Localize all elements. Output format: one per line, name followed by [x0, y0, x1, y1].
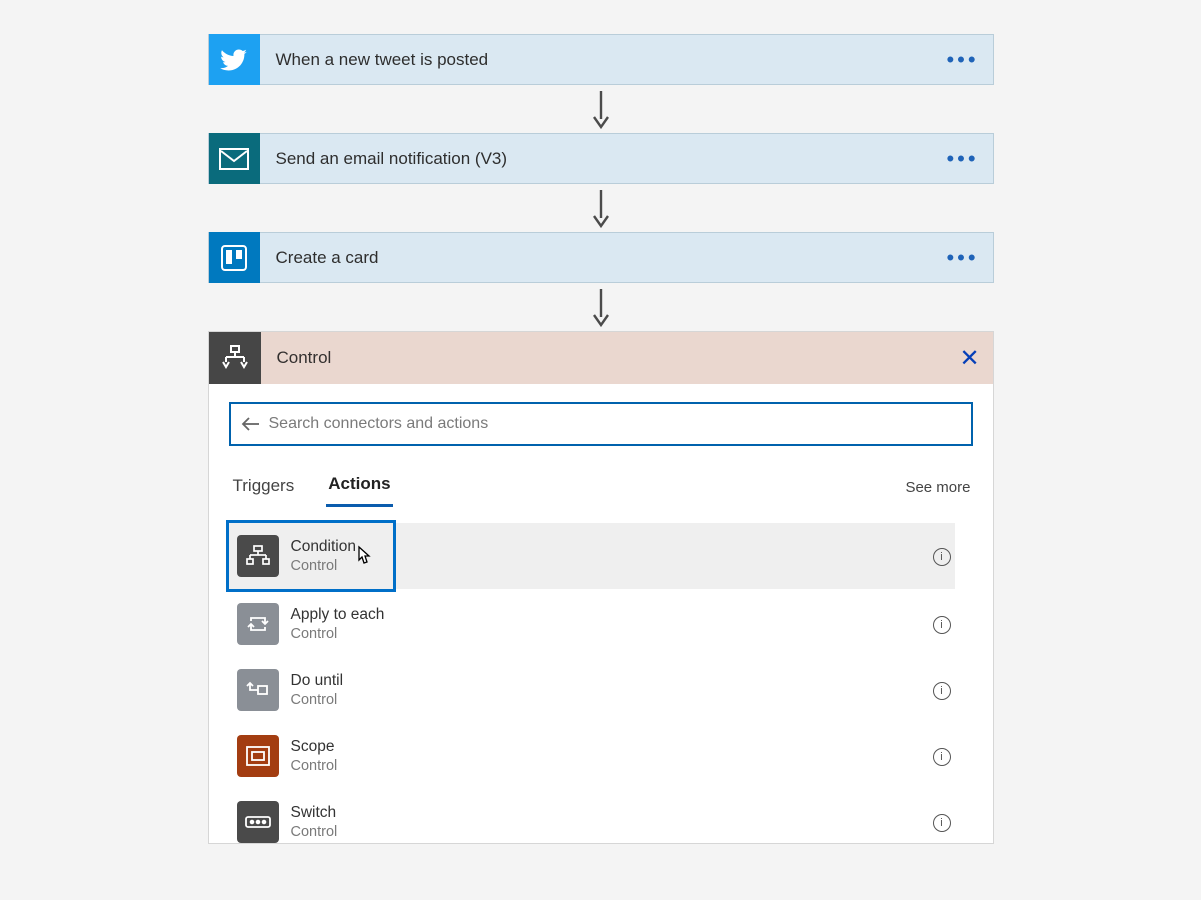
control-icon [209, 332, 261, 384]
action-sub: Control [291, 625, 385, 643]
search-input[interactable] [269, 415, 961, 433]
action-list: Condition Control i Apply to [229, 521, 973, 843]
action-name: Switch [291, 803, 338, 822]
action-condition[interactable]: Condition Control i [229, 521, 973, 591]
action-sub: Control [291, 557, 357, 575]
step-create-card[interactable]: Create a card ••• [208, 232, 994, 283]
action-apply-to-each[interactable]: Apply to each Control i [229, 591, 973, 657]
back-arrow-icon[interactable] [241, 416, 261, 432]
info-icon[interactable]: i [933, 747, 951, 766]
see-more-link[interactable]: See more [905, 479, 970, 496]
step-twitter-trigger[interactable]: When a new tweet is posted ••• [208, 34, 994, 85]
action-name: Scope [291, 737, 338, 756]
step-menu-button[interactable]: ••• [933, 47, 993, 73]
step-send-email[interactable]: Send an email notification (V3) ••• [208, 133, 994, 184]
flow-arrow [208, 85, 994, 133]
tab-triggers[interactable]: Triggers [231, 470, 297, 506]
flow-canvas: When a new tweet is posted ••• Send an e… [208, 34, 994, 844]
info-icon[interactable]: i [933, 615, 951, 634]
flow-arrow [208, 283, 994, 331]
do-until-icon [237, 669, 279, 711]
switch-icon [237, 801, 279, 843]
info-icon[interactable]: i [933, 813, 951, 832]
action-name: Apply to each [291, 605, 385, 624]
action-sub: Control [291, 823, 338, 841]
flow-arrow [208, 184, 994, 232]
action-sub: Control [291, 691, 344, 709]
action-do-until[interactable]: Do until Control i [229, 657, 973, 723]
tab-bar: Triggers Actions See more [229, 468, 973, 507]
info-icon[interactable]: i [933, 681, 951, 700]
twitter-icon [209, 34, 260, 85]
panel-header: Control ✕ [209, 332, 993, 384]
info-icon[interactable]: i [933, 547, 951, 566]
scope-icon [237, 735, 279, 777]
condition-icon [237, 535, 279, 577]
loop-icon [237, 603, 279, 645]
step-menu-button[interactable]: ••• [933, 146, 993, 172]
trello-icon [209, 232, 260, 283]
action-name: Do until [291, 671, 344, 690]
cursor-icon [352, 545, 372, 574]
step-title: Create a card [260, 248, 933, 268]
control-action-panel: Control ✕ Triggers Actions See more [208, 331, 994, 844]
panel-title: Control [261, 348, 947, 368]
step-menu-button[interactable]: ••• [933, 245, 993, 271]
step-title: Send an email notification (V3) [260, 149, 933, 169]
action-scope[interactable]: Scope Control i [229, 723, 973, 789]
action-name: Condition [291, 537, 357, 556]
close-button[interactable]: ✕ [947, 344, 993, 373]
action-sub: Control [291, 757, 338, 775]
search-box[interactable] [229, 402, 973, 446]
tab-actions[interactable]: Actions [326, 468, 392, 507]
action-switch[interactable]: Switch Control i [229, 789, 973, 843]
step-title: When a new tweet is posted [260, 50, 933, 70]
mail-icon [209, 133, 260, 184]
